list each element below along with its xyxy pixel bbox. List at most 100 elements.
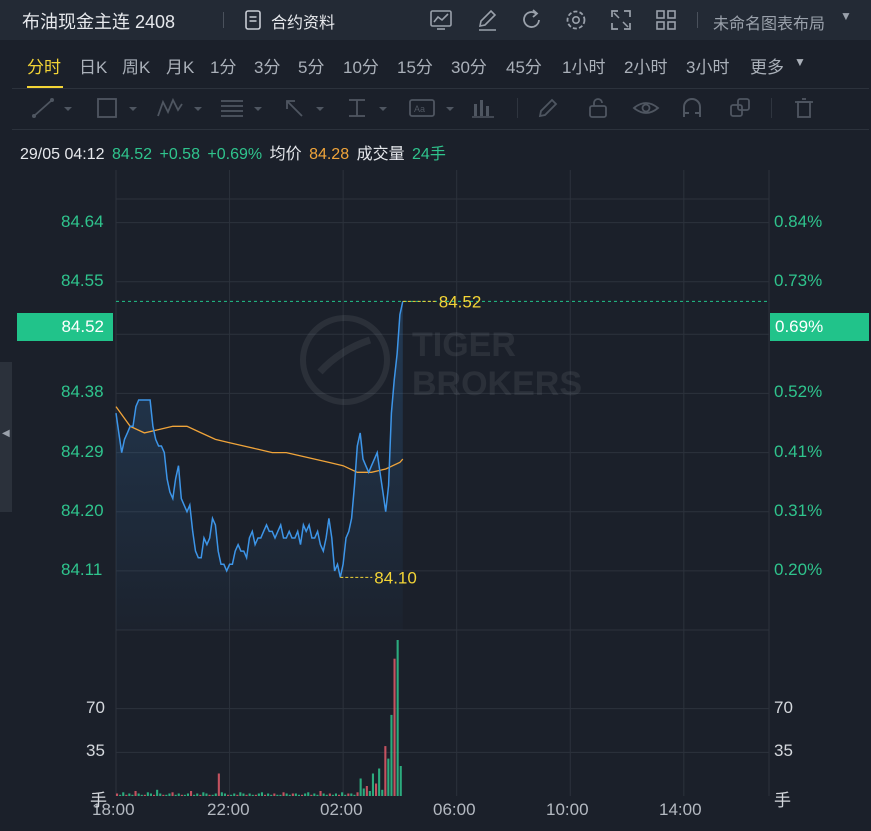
volume-bar <box>387 758 390 796</box>
price-tick-label: 84.20 <box>61 500 104 520</box>
volume-bar <box>328 793 331 796</box>
watermark: TIGER BROKERS <box>300 315 582 405</box>
current-percent-tag: 0.69% <box>770 313 869 341</box>
volume-unit-label: 手 <box>90 791 107 810</box>
volume-bar <box>171 792 174 796</box>
percent-tick-label: 0.31% <box>774 500 823 520</box>
volume-bar <box>378 768 381 796</box>
volume-tick-label: 35 <box>86 741 105 761</box>
volume-bars <box>116 640 402 796</box>
time-tick-label: 06:00 <box>433 800 476 819</box>
volume-bar <box>149 793 152 796</box>
volume-bar <box>202 792 205 796</box>
volume-tick-label: 35 <box>774 741 793 761</box>
volume-bar <box>211 794 214 796</box>
price-tick-label: 84.11 <box>61 559 103 579</box>
volume-bar <box>365 786 368 796</box>
volume-bar <box>159 793 162 796</box>
volume-bar <box>153 794 156 796</box>
volume-bar <box>381 789 384 796</box>
volume-bar <box>128 793 131 796</box>
volume-bar <box>230 794 233 796</box>
volume-bar <box>285 793 288 796</box>
volume-bar <box>125 794 128 796</box>
volume-bar <box>217 773 220 796</box>
percent-tick-label: 0.84% <box>774 211 823 231</box>
volume-bar <box>390 714 393 796</box>
volume-bar <box>304 793 307 796</box>
volume-tick-label: 70 <box>86 697 105 717</box>
volume-bar <box>254 794 257 796</box>
volume-unit-label: 手 <box>774 791 791 810</box>
volume-bar <box>347 793 350 796</box>
volume-bar <box>165 794 168 796</box>
price-tick-label: 84.64 <box>61 211 104 231</box>
volume-bar <box>196 793 199 796</box>
volume-bar <box>344 794 347 796</box>
volume-bar <box>291 793 294 796</box>
volume-bar <box>190 791 193 796</box>
volume-bar <box>236 794 239 796</box>
volume-bar <box>227 794 230 796</box>
volume-bar <box>276 794 279 796</box>
volume-bar <box>301 794 304 796</box>
volume-bar <box>143 794 146 796</box>
volume-bar <box>146 792 149 796</box>
volume-bar <box>267 793 270 796</box>
time-tick-label: 02:00 <box>320 800 363 819</box>
volume-bar <box>214 793 217 796</box>
volume-bar <box>223 793 226 796</box>
volume-bar <box>180 794 183 796</box>
volume-bar <box>199 794 202 796</box>
volume-bar <box>264 794 267 796</box>
volume-bar <box>322 793 325 796</box>
max-price-label: 84.52 <box>439 292 482 311</box>
time-tick-label: 14:00 <box>659 800 702 819</box>
volume-bar <box>140 794 143 796</box>
intraday-chart[interactable]: TIGER BROKERS 84.52 84.10 <box>0 0 871 831</box>
percent-tick-label: 0.20% <box>774 559 823 579</box>
volume-bar <box>137 793 140 796</box>
volume-bar <box>362 788 365 796</box>
price-tick-label: 84.29 <box>61 441 104 461</box>
volume-bar <box>371 773 374 796</box>
volume-bar <box>134 791 137 796</box>
volume-bar <box>399 766 402 796</box>
volume-bar <box>208 794 211 796</box>
volume-bar <box>356 792 359 796</box>
volume-bar <box>359 778 362 796</box>
volume-bar <box>341 792 344 796</box>
volume-bar <box>131 794 134 796</box>
volume-bar <box>282 792 285 796</box>
volume-bar <box>331 794 334 796</box>
volume-bar <box>310 794 313 796</box>
time-tick-label: 22:00 <box>207 800 250 819</box>
volume-bar <box>116 793 119 796</box>
volume-bar <box>396 640 399 796</box>
volume-bar <box>177 793 180 796</box>
volume-bar <box>334 793 337 796</box>
volume-bar <box>307 792 310 796</box>
volume-bar <box>245 794 248 796</box>
volume-bar <box>257 793 260 796</box>
volume-bar <box>248 793 251 796</box>
volume-bar <box>242 793 245 796</box>
volume-bar <box>368 791 371 796</box>
volume-bar <box>220 792 223 796</box>
volume-bar <box>174 794 177 796</box>
volume-bar <box>316 794 319 796</box>
current-price-tag: 84.52 <box>17 313 113 341</box>
price-area <box>116 301 403 630</box>
volume-bar <box>162 794 165 796</box>
volume-bar <box>233 793 236 796</box>
volume-bar <box>319 791 322 796</box>
volume-bar <box>375 783 378 796</box>
volume-bar <box>393 658 396 796</box>
percent-tick-label: 0.41% <box>774 441 823 461</box>
volume-bar <box>119 794 122 796</box>
volume-bar <box>186 793 189 796</box>
volume-bar <box>239 792 242 796</box>
volume-bar <box>168 793 171 796</box>
volume-bar <box>156 789 159 796</box>
min-price-label: 84.10 <box>374 568 417 587</box>
